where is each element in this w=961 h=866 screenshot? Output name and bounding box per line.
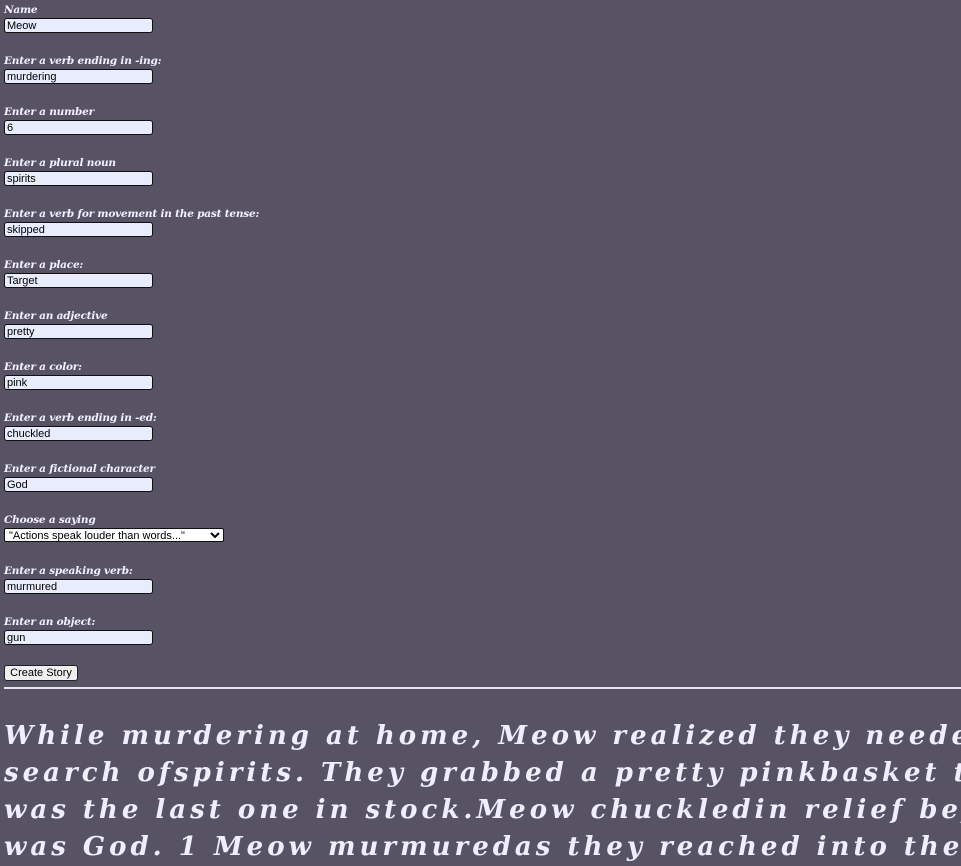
number-field-group: Enter a number — [4, 104, 404, 155]
plural-noun-field-group: Enter a plural noun — [4, 155, 404, 206]
madlib-form: Name Enter a verb ending in -ing: Enter … — [4, 2, 404, 665]
story-line: was God. 1 Meow murmuredas they reached … — [4, 832, 961, 862]
color-label: Enter a color: — [4, 361, 82, 373]
number-input[interactable] — [4, 120, 153, 135]
adjective-label: Enter an adjective — [4, 310, 108, 322]
object-field-group: Enter an object: — [4, 614, 404, 665]
verb-movement-field-group: Enter a verb for movement in the past te… — [4, 206, 404, 257]
plural-noun-label: Enter a plural noun — [4, 157, 116, 169]
name-label: Name — [4, 4, 38, 16]
name-field-group: Name — [4, 2, 404, 53]
plural-noun-input[interactable] — [4, 171, 153, 186]
saying-select[interactable]: "Actions speak louder than words..." — [4, 528, 224, 542]
saying-field-group: Choose a saying "Actions speak louder th… — [4, 512, 404, 563]
object-input[interactable] — [4, 630, 153, 645]
page: Name Enter a verb ending in -ing: Enter … — [0, 0, 961, 866]
story-line: search ofspirits. They grabbed a pretty … — [4, 758, 961, 788]
verb-ing-field-group: Enter a verb ending in -ing: — [4, 53, 404, 104]
speaking-verb-input[interactable] — [4, 579, 153, 594]
verb-ed-input[interactable] — [4, 426, 153, 441]
fictional-character-label: Enter a fictional character — [4, 463, 155, 475]
color-input[interactable] — [4, 375, 153, 390]
verb-ing-input[interactable] — [4, 69, 153, 84]
create-story-button[interactable]: Create Story — [4, 665, 78, 681]
verb-ed-label: Enter a verb ending in -ed: — [4, 412, 157, 424]
color-field-group: Enter a color: — [4, 359, 404, 410]
verb-movement-label: Enter a verb for movement in the past te… — [4, 208, 260, 220]
saying-label: Choose a saying — [4, 514, 96, 526]
divider — [4, 687, 961, 689]
story-line: was the last one in stock.Meow chuckledi… — [4, 795, 961, 825]
story-line: While murdering at home, Meow realized t… — [4, 721, 961, 751]
place-field-group: Enter a place: — [4, 257, 404, 308]
place-input[interactable] — [4, 273, 153, 288]
adjective-field-group: Enter an adjective — [4, 308, 404, 359]
place-label: Enter a place: — [4, 259, 84, 271]
fictional-character-field-group: Enter a fictional character — [4, 461, 404, 512]
adjective-input[interactable] — [4, 324, 153, 339]
verb-ed-field-group: Enter a verb ending in -ed: — [4, 410, 404, 461]
object-label: Enter an object: — [4, 616, 96, 628]
name-input[interactable] — [4, 18, 153, 33]
number-label: Enter a number — [4, 106, 94, 118]
story-output: While murdering at home, Meow realized t… — [4, 718, 961, 866]
speaking-verb-label: Enter a speaking verb: — [4, 565, 133, 577]
verb-ing-label: Enter a verb ending in -ing: — [4, 55, 162, 67]
fictional-character-input[interactable] — [4, 477, 153, 492]
speaking-verb-field-group: Enter a speaking verb: — [4, 563, 404, 614]
verb-movement-input[interactable] — [4, 222, 153, 237]
